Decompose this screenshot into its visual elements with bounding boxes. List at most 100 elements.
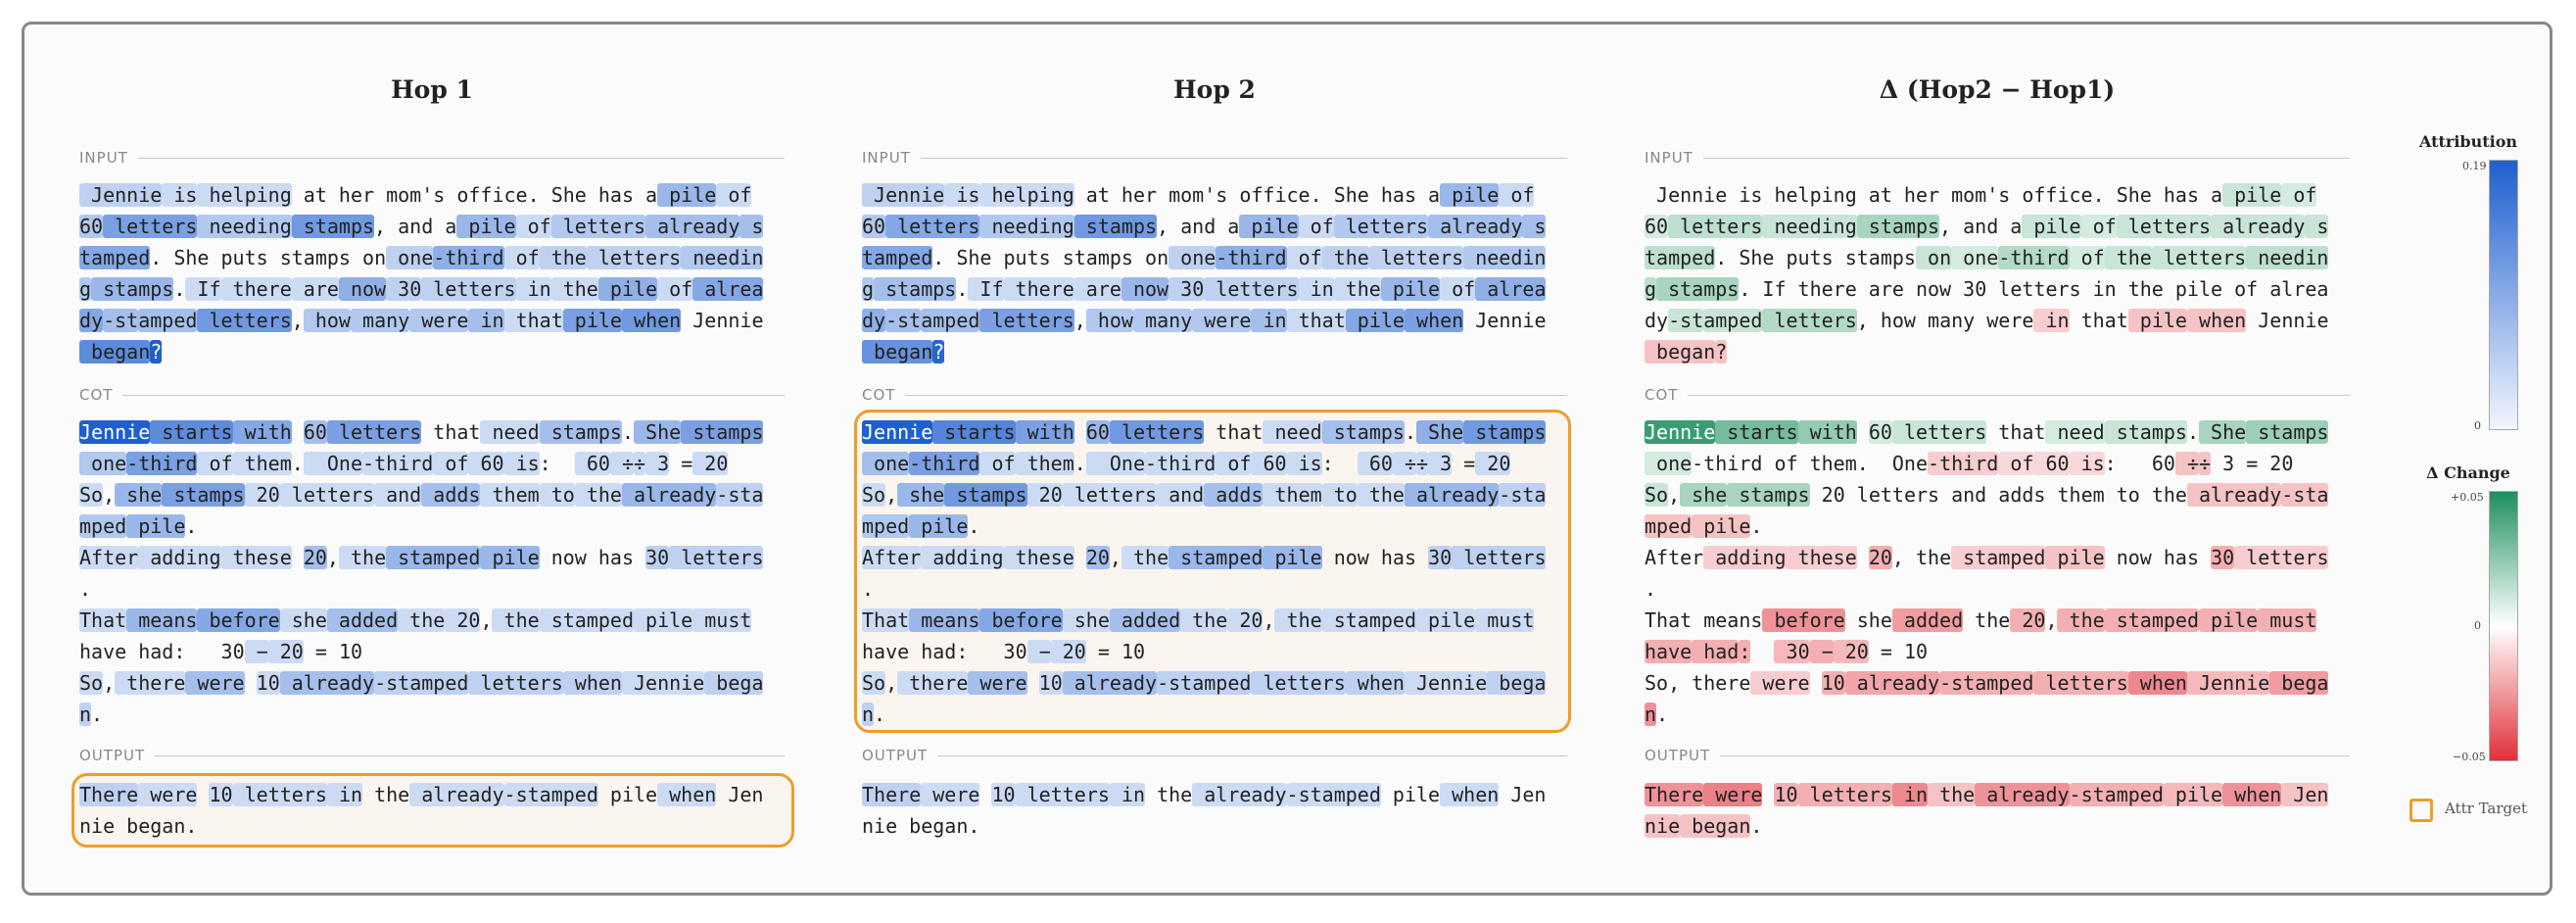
cot-token: already (621, 483, 717, 507)
input-token: pile (1440, 183, 1500, 207)
cot-token: = (669, 452, 693, 475)
cot-token: these (1003, 546, 1074, 569)
cot-token: : (1321, 452, 1334, 475)
cot-token (292, 546, 304, 569)
cot-token: stamped (1951, 546, 2046, 569)
cot-token: stamps (539, 420, 622, 444)
input-token: needin (1463, 246, 1547, 269)
input-token: alrea (692, 277, 764, 301)
cot-token: one (862, 452, 910, 475)
cot-token: is (1286, 452, 1322, 475)
input-token: at (1073, 183, 1110, 207)
cot-token: pile (1692, 514, 1751, 538)
input-token: 60 (79, 215, 104, 238)
cot-token: letters (669, 546, 764, 569)
cot-token: starts (1715, 420, 1798, 444)
input-token: began (1645, 340, 1716, 364)
input-token: . (1310, 183, 1322, 207)
input-token: stamps (91, 277, 174, 301)
cot-token: added (1891, 608, 1964, 632)
cot-token: bega (2269, 671, 2329, 695)
input-token: the (1333, 277, 1381, 301)
cot-token: them (480, 483, 540, 507)
input-token: s (2305, 215, 2329, 238)
cot-token: Jennie (1645, 420, 1716, 444)
input-token: one (1951, 246, 1999, 269)
input-token: in (2033, 309, 2070, 332)
cot-token (245, 671, 257, 695)
cot-token: is (2069, 452, 2105, 475)
cot-token: the (2139, 483, 2187, 507)
input-token: the (550, 277, 598, 301)
input-token: is (944, 183, 980, 207)
input-token: pile (1345, 309, 1405, 332)
input-token: has (2151, 183, 2199, 207)
input-token: She (539, 183, 587, 207)
cot-token: of (1216, 452, 1252, 475)
output-token: 10 (991, 783, 1016, 806)
input-token: now (1903, 277, 1952, 301)
cot-token: adding (138, 546, 221, 569)
input-token: puts (991, 246, 1051, 269)
cot-token: is (503, 452, 540, 475)
cot-token: : (956, 640, 969, 663)
cot-token (2199, 546, 2211, 569)
cot-token: before (979, 608, 1063, 632)
cot-token: -third (909, 452, 980, 475)
cot-token: had (909, 640, 957, 663)
attribution-colorbar (2489, 160, 2518, 430)
input-token: pile (1380, 277, 1441, 301)
section-output-label: OUTPUT (862, 746, 1567, 765)
cot-token: stamps (162, 483, 245, 507)
output-token: Jen (2281, 783, 2329, 806)
input-token: Jennie (681, 309, 764, 332)
cot-token: stamps (2104, 420, 2187, 444)
input-token: a (1416, 183, 1441, 207)
panel-hop-1: Hop 1 INPUT Jennie is helping at her mom… (72, 24, 794, 887)
cot-token: Jennie (2186, 671, 2270, 695)
output-text: There were 10 letters in the already-sta… (862, 779, 1569, 842)
cot-token: ÷ (2174, 452, 2200, 475)
cot-token: pile (2045, 546, 2105, 569)
cot-token: means (126, 608, 198, 632)
cot-token: So (862, 671, 886, 695)
cot-token: , (103, 671, 116, 695)
output-text: There were 10 letters in the already-sta… (1645, 779, 2352, 842)
input-token: pile (657, 183, 717, 207)
input-token: pile (2022, 215, 2081, 238)
cot-token: She (2199, 420, 2247, 444)
cot-token: to (539, 483, 575, 507)
cot-token: Jennie (621, 671, 705, 695)
input-token: of (716, 183, 752, 207)
cot-token: 60 (1357, 452, 1393, 475)
output-token: began (897, 814, 969, 838)
cot-token: ÷ (634, 452, 646, 475)
cot-token: now (2104, 546, 2152, 569)
input-token: in (2080, 277, 2117, 301)
cot-token: them (2045, 483, 2105, 507)
change-colorbar (2489, 491, 2518, 761)
cot-token: 30 (209, 640, 245, 663)
cot-token: . (1656, 703, 1669, 726)
input-token: began (79, 340, 151, 364)
output-token: began (115, 814, 186, 838)
cot-token: ÷ (609, 452, 635, 475)
cot-token: 60 (1251, 452, 1287, 475)
cot-token: , (885, 671, 898, 695)
output-token: There (79, 783, 139, 806)
output-token (1762, 783, 1774, 806)
cot-token: now (539, 546, 587, 569)
cot-token: = (1452, 452, 1476, 475)
cot-token: 20 (244, 483, 280, 507)
cot-token (292, 420, 304, 444)
output-token: pile (2163, 783, 2223, 806)
cot-token: stamps (1727, 483, 1810, 507)
input-token: 's (1204, 183, 1228, 207)
cot-token: Jennie (1404, 671, 1488, 695)
input-token: letters (1204, 277, 1299, 301)
cot-token: letters (468, 671, 563, 695)
cot-token: with (1015, 420, 1074, 444)
cot-token: : (539, 452, 551, 475)
input-token: one (1169, 246, 1216, 269)
cot-token: adding (1703, 546, 1787, 569)
